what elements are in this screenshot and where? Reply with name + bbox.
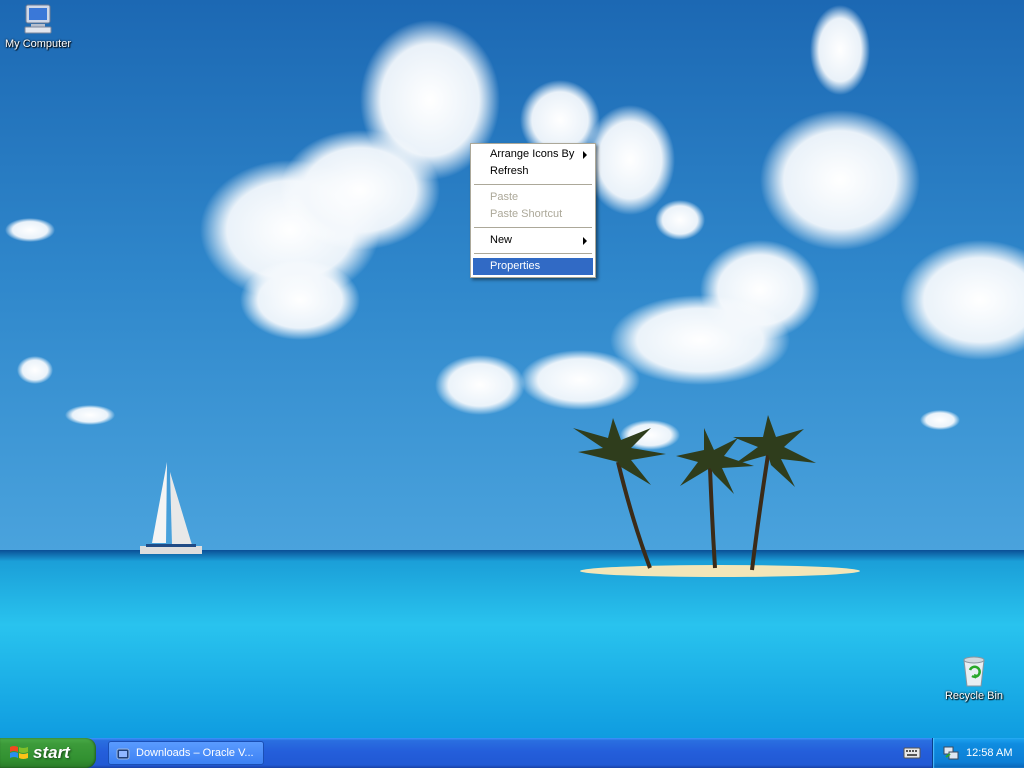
my-computer-shortcut[interactable]: My Computer	[0, 2, 78, 50]
menu-item-properties[interactable]: Properties	[473, 258, 593, 275]
menu-item-label: Paste	[490, 191, 519, 203]
menu-item-paste[interactable]: Paste	[473, 189, 593, 206]
submenu-arrow-icon	[583, 237, 587, 245]
network-icon[interactable]	[943, 745, 959, 761]
start-button[interactable]: start	[0, 738, 96, 768]
menu-item-paste-shortcut[interactable]: Paste Shortcut	[473, 206, 593, 223]
my-computer-icon	[24, 4, 52, 34]
taskbar: start Downloads – Oracle V... 12:58 AM	[0, 738, 1024, 768]
wallpaper	[0, 0, 1024, 738]
taskbar-button-downloads[interactable]: Downloads – Oracle V...	[108, 741, 264, 765]
desktop[interactable]: My Computer Recycle Bin Arrange Icons By…	[0, 0, 1024, 738]
clock[interactable]: 12:58 AM	[966, 747, 1012, 759]
menu-item-label: Arrange Icons By	[490, 148, 575, 160]
recycle-bin-shortcut[interactable]: Recycle Bin	[934, 654, 1014, 702]
menu-separator	[474, 253, 592, 254]
menu-item-arrange-icons-by[interactable]: Arrange Icons By	[473, 146, 593, 163]
recycle-bin-label: Recycle Bin	[944, 690, 1004, 702]
menu-item-refresh[interactable]: Refresh	[473, 163, 593, 180]
my-computer-label: My Computer	[4, 38, 72, 50]
menu-item-label: Paste Shortcut	[490, 208, 563, 220]
keyboard-icon[interactable]	[903, 746, 921, 760]
windows-flag-icon	[10, 746, 28, 759]
desktop-context-menu: Arrange Icons By Refresh Paste Paste Sho…	[470, 143, 596, 278]
menu-item-label: Refresh	[490, 165, 529, 177]
system-tray: 12:58 AM	[932, 738, 1024, 768]
recycle-bin-icon	[963, 656, 985, 687]
menu-separator	[474, 184, 592, 185]
taskbar-button-label: Downloads – Oracle V...	[136, 747, 254, 759]
menu-separator	[474, 227, 592, 228]
submenu-arrow-icon	[583, 151, 587, 159]
start-label: start	[33, 743, 70, 762]
menu-item-new[interactable]: New	[473, 232, 593, 249]
virtualbox-icon	[116, 748, 130, 760]
menu-item-label: Properties	[490, 260, 541, 272]
menu-item-label: New	[490, 234, 513, 246]
